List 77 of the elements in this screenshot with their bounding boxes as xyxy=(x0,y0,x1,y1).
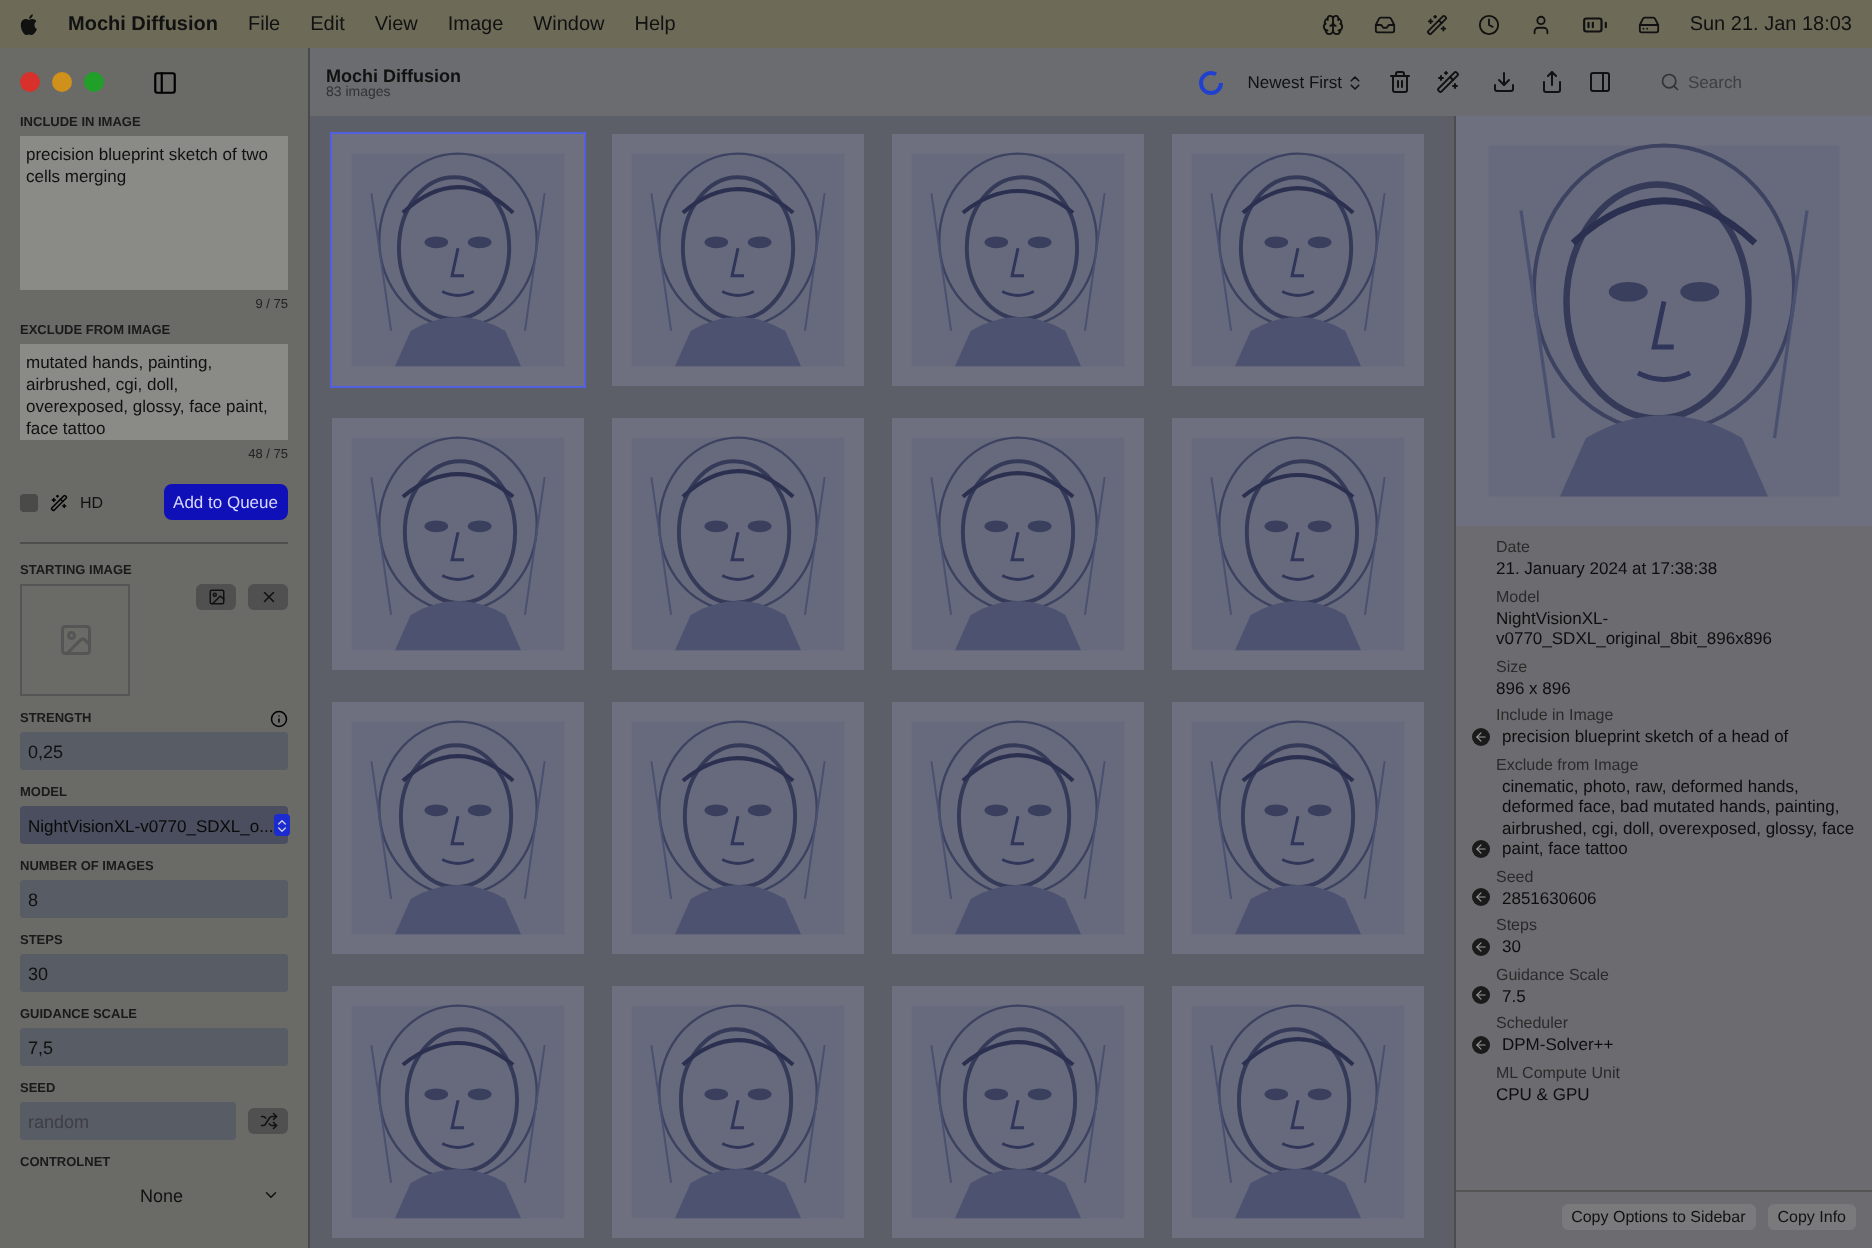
drive-icon[interactable] xyxy=(1637,13,1660,35)
menu-item[interactable]: Help xyxy=(634,13,676,35)
menu-item[interactable]: View xyxy=(374,13,418,35)
trash-icon[interactable] xyxy=(1388,70,1412,94)
inspector-toggle-icon[interactable] xyxy=(1588,70,1612,94)
info-label: Scheduler xyxy=(1496,1014,1571,1034)
negative-prompt-field[interactable]: mutated hands, painting, airbrushed, cgi, doll, overexposed, glossy, face paint, face tattoo xyxy=(20,344,288,440)
info-value: precision blueprint sketch of a head of xyxy=(1502,726,1789,747)
sparkle-icon xyxy=(50,493,68,511)
image-icon xyxy=(207,588,225,606)
info-label: Guidance Scale xyxy=(1496,965,1609,985)
info-label: Date xyxy=(1496,538,1532,558)
add-to-queue-button[interactable]: Add to Queue xyxy=(163,484,288,520)
text-field[interactable]: 0,25 xyxy=(20,732,288,770)
info-value: 30 xyxy=(1502,936,1521,957)
chevron-icon xyxy=(1346,73,1364,91)
copy-button[interactable] xyxy=(1472,888,1490,906)
info-value: DPM-Solver++ xyxy=(1502,1034,1614,1055)
shuffle-icon xyxy=(259,1112,277,1130)
copy-button[interactable] xyxy=(1472,986,1490,1004)
info-value: NightVisionXL-v0770_SDXL_original_8bit_896x896 xyxy=(1496,607,1774,649)
info-label: Include in Image xyxy=(1496,706,1616,726)
copy-button[interactable]: Copy Options to Sidebar xyxy=(1561,1204,1756,1230)
apple-icon[interactable] xyxy=(20,13,38,35)
close-icon xyxy=(259,588,277,606)
app-menu[interactable]: Mochi Diffusion xyxy=(68,13,218,35)
info-value: cinematic, photo, raw, deformed hands, deformed face, bad mutated hands, painting, airbrushed, cgi, doll, overexposed, glossy, face paint, face tattoo xyxy=(1502,775,1856,859)
info-value: 7.5 xyxy=(1502,985,1526,1006)
controlnet-dropdown[interactable]: None xyxy=(20,1176,288,1214)
share-icon[interactable] xyxy=(1540,70,1564,94)
sort-menu[interactable]: Newest First xyxy=(1247,72,1364,92)
wand-icon[interactable] xyxy=(1425,13,1448,35)
inbox-icon[interactable] xyxy=(1373,13,1396,35)
info-value: 2851630606 xyxy=(1502,887,1597,908)
info-icon[interactable] xyxy=(270,709,288,727)
clear-button[interactable] xyxy=(248,584,288,610)
prompt-field[interactable]: precision blueprint sketch of two cells merging xyxy=(20,136,288,290)
text-field[interactable]: 30 xyxy=(20,954,288,992)
copy-button[interactable]: Copy Info xyxy=(1767,1204,1856,1230)
user-icon[interactable] xyxy=(1529,13,1552,35)
text-field[interactable]: 7,5 xyxy=(20,1028,288,1066)
hd-label: HD xyxy=(80,493,104,511)
info-value: 21. January 2024 at 17:38:38 xyxy=(1496,558,1718,579)
brain-icon[interactable] xyxy=(1321,13,1344,35)
clock-icon[interactable] xyxy=(1477,13,1500,35)
hd-checkbox[interactable] xyxy=(20,493,38,511)
info-label: Steps xyxy=(1496,916,1537,936)
info-label: Size xyxy=(1496,657,1530,677)
info-value: 896 x 896 xyxy=(1496,677,1571,698)
download-icon[interactable] xyxy=(1492,70,1516,94)
copy-button[interactable] xyxy=(1472,727,1490,745)
menu-item[interactable]: Window xyxy=(533,13,605,35)
chevron-icon xyxy=(262,1186,280,1204)
model-select[interactable]: NightVisionXL-v0770_SDXL_o... xyxy=(20,806,288,844)
menu-clock[interactable]: Sun 21. Jan 18:03 xyxy=(1689,13,1852,35)
battery-icon[interactable] xyxy=(1581,11,1608,37)
info-label: ML Compute Unit xyxy=(1496,1063,1620,1083)
sidebar-toggle-icon[interactable] xyxy=(152,69,178,95)
minimize-button[interactable] xyxy=(52,72,72,92)
copy-button[interactable] xyxy=(1472,839,1490,857)
menu-item[interactable]: Image xyxy=(447,13,504,35)
text-field[interactable]: 8 xyxy=(20,880,288,918)
info-label: Seed xyxy=(1496,867,1536,887)
menu-item[interactable]: Edit xyxy=(310,13,345,35)
copy-button[interactable] xyxy=(1472,1035,1490,1053)
search-icon xyxy=(1660,72,1680,92)
info-label: Exclude from Image xyxy=(1496,755,1641,775)
image-picker-button[interactable] xyxy=(196,584,236,610)
info-value: CPU & GPU xyxy=(1496,1083,1590,1104)
info-label: Model xyxy=(1496,587,1542,607)
shuffle-button[interactable] xyxy=(248,1108,288,1134)
stepper-icon xyxy=(273,814,290,836)
window-title: Mochi Diffusion xyxy=(326,65,461,85)
wand-icon[interactable] xyxy=(1436,70,1460,94)
progress-icon xyxy=(1197,69,1224,95)
menu-item[interactable]: File xyxy=(248,13,281,35)
copy-button[interactable] xyxy=(1472,937,1490,955)
